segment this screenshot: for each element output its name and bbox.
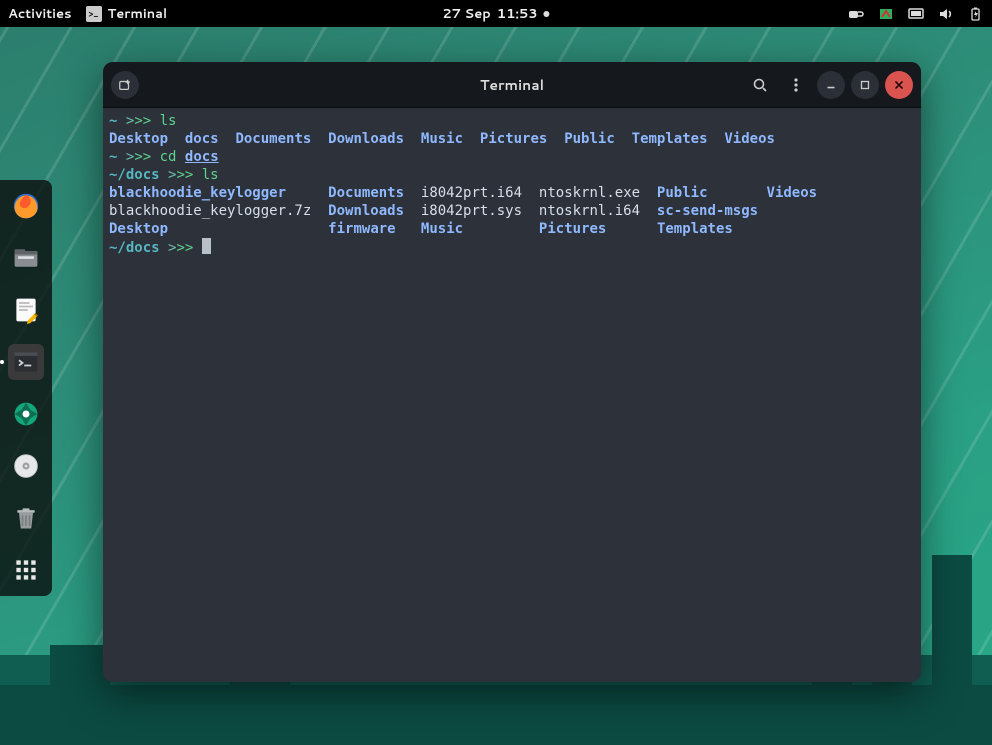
- search-button[interactable]: [745, 70, 775, 100]
- terminal-icon: [12, 348, 40, 376]
- active-app-indicator[interactable]: >_ Terminal: [86, 5, 168, 23]
- kebab-menu-icon: [788, 77, 804, 93]
- disc-icon: [12, 452, 40, 480]
- window-title: Terminal: [480, 75, 544, 95]
- dock-item-text-editor[interactable]: [8, 292, 44, 328]
- window-titlebar[interactable]: Terminal: [103, 62, 921, 108]
- dock-item-disc[interactable]: [8, 448, 44, 484]
- aperture-icon: [12, 400, 40, 428]
- new-tab-button[interactable]: [111, 71, 139, 99]
- notification-dot-icon: [544, 11, 550, 17]
- close-icon: [892, 78, 906, 92]
- maximize-button[interactable]: [851, 71, 879, 99]
- firefox-icon: [12, 192, 40, 220]
- dock-item-firefox[interactable]: [8, 188, 44, 224]
- minimize-icon: [824, 78, 838, 92]
- terminal-app-icon: >_: [86, 6, 102, 22]
- volume-icon: [938, 7, 954, 21]
- battery-icon: [968, 7, 984, 21]
- top-bar: Activities >_ Terminal 27 Sep 11:53: [0, 0, 992, 27]
- dock-item-files[interactable]: [8, 240, 44, 276]
- time-label: 11:53: [497, 5, 538, 23]
- date-label: 27 Sep: [442, 5, 490, 23]
- terminal-window: Terminal ~ >>> ls Desktop docs Documents…: [103, 62, 921, 682]
- dock-item-terminal[interactable]: [8, 344, 44, 380]
- system-tray[interactable]: [848, 7, 984, 21]
- text-editor-icon: [12, 296, 40, 324]
- dock-item-screenshot[interactable]: [8, 396, 44, 432]
- screen-icon: [908, 7, 924, 21]
- terminal-body[interactable]: ~ >>> ls Desktop docs Documents Download…: [103, 108, 921, 682]
- dock-item-trash[interactable]: [8, 500, 44, 536]
- files-icon: [12, 244, 40, 272]
- dock-item-apps[interactable]: [8, 552, 44, 588]
- clock[interactable]: 27 Sep 11:53: [442, 5, 549, 23]
- minimize-button[interactable]: [817, 71, 845, 99]
- close-button[interactable]: [885, 71, 913, 99]
- apps-grid-icon: [12, 556, 40, 584]
- dock: [0, 180, 52, 596]
- menu-button[interactable]: [781, 70, 811, 100]
- maximize-icon: [858, 78, 872, 92]
- network-icon: [878, 7, 894, 21]
- coffee-icon: [848, 7, 864, 21]
- active-app-label: Terminal: [108, 5, 168, 23]
- search-icon: [752, 77, 768, 93]
- trash-icon: [12, 504, 40, 532]
- new-tab-icon: [118, 78, 132, 92]
- activities-button[interactable]: Activities: [8, 5, 72, 23]
